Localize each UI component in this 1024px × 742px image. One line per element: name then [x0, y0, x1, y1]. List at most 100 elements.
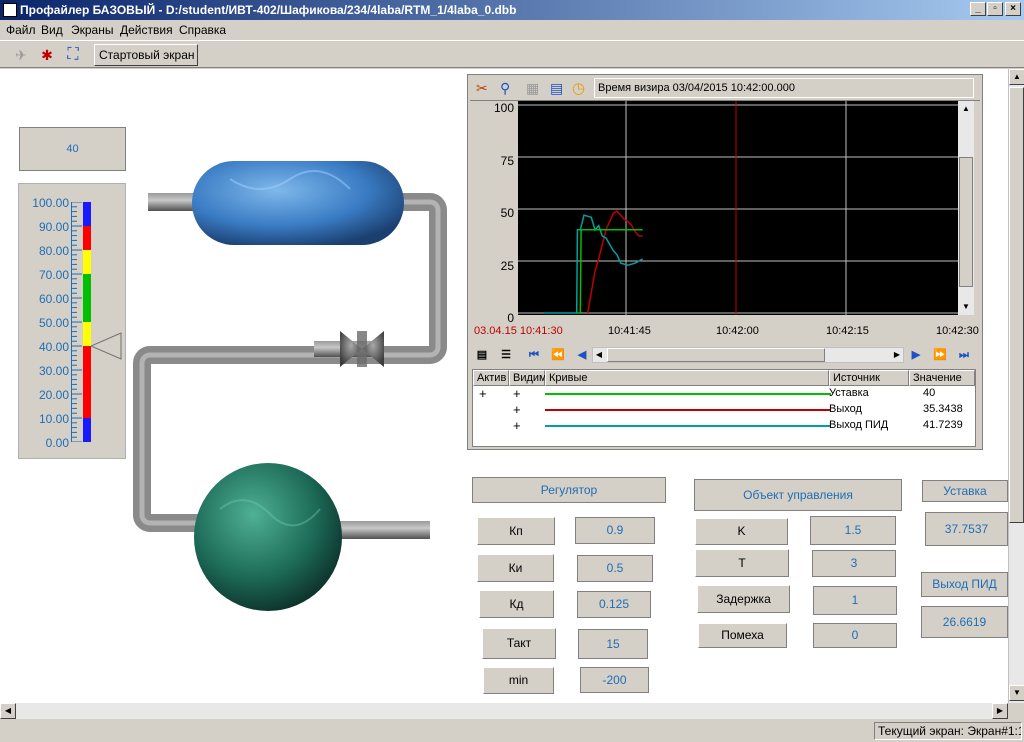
- table-row[interactable]: + + Уставка 40: [473, 386, 973, 402]
- window-hscroll[interactable]: ◀ ▶: [0, 703, 1008, 719]
- setpoint-value: 37.7537: [925, 512, 1008, 546]
- pointer-icon[interactable]: ✈: [10, 44, 32, 66]
- plant-param-label[interactable]: T: [695, 549, 789, 577]
- minimize-button[interactable]: _: [970, 2, 986, 16]
- x-tick-label: 10:42:30: [936, 325, 979, 337]
- zoom-icon[interactable]: ⚲: [500, 80, 510, 97]
- regulator-param-value[interactable]: -200: [580, 667, 649, 693]
- gauge-tick-label: 100.00: [32, 196, 69, 210]
- window-scroll-right-icon[interactable]: ▶: [992, 703, 1008, 719]
- inlet-pipe: [148, 193, 198, 211]
- properties-icon[interactable]: ▤: [550, 80, 563, 97]
- window-vscroll-thumb[interactable]: [1009, 87, 1024, 523]
- menu-screens[interactable]: Экраны: [71, 23, 113, 37]
- prev-step-icon[interactable]: ◀: [574, 347, 590, 363]
- gauge-tick-label: 60.00: [38, 292, 69, 306]
- plant-param-value[interactable]: 3: [812, 550, 896, 577]
- menu-help[interactable]: Справка: [179, 23, 226, 37]
- plant-param-label[interactable]: K: [695, 518, 788, 545]
- table-icon[interactable]: ▦: [526, 80, 539, 97]
- plot-vscroll[interactable]: ▲ ▼: [958, 101, 974, 315]
- next-step-icon[interactable]: ▶: [908, 347, 924, 363]
- curve-value: 40: [923, 387, 936, 399]
- plant-param-value[interactable]: 1: [813, 586, 897, 615]
- regulator-param-value[interactable]: 0.9: [575, 517, 655, 544]
- window-scroll-left-icon[interactable]: ◀: [0, 703, 16, 719]
- list-icon[interactable]: ☰: [498, 347, 514, 363]
- restore-button[interactable]: ▫: [987, 2, 1003, 16]
- fit-screen-icon[interactable]: ⛶: [62, 44, 84, 66]
- pid-output-title: Выход ПИД: [921, 572, 1008, 597]
- regulator-param-label[interactable]: Ки: [477, 554, 554, 582]
- regulator-param-label[interactable]: Такт: [482, 628, 556, 659]
- gauge-color-bar: [83, 202, 91, 442]
- last-page-icon[interactable]: ⏭: [956, 347, 972, 363]
- window-title: Профайлер БАЗОВЫЙ - D:/student/ИВТ-402/Ш…: [20, 3, 517, 17]
- plant-param-value[interactable]: 1.5: [810, 516, 896, 545]
- curve-value: 35.3438: [923, 403, 963, 415]
- window-vscroll[interactable]: ▲ ▼: [1008, 69, 1024, 703]
- gauge-tick-labels: 100.00 90.00 80.00 70.00 60.00 50.00 40.00 30.0…: [19, 196, 69, 450]
- regulator-param-value[interactable]: 0.125: [577, 591, 651, 618]
- col-active[interactable]: Актив: [473, 370, 509, 386]
- col-visible[interactable]: Видим: [509, 370, 547, 386]
- plant-param-label[interactable]: Помеха: [698, 623, 787, 648]
- scroll-thumb[interactable]: [959, 157, 973, 287]
- regulator-param-label[interactable]: Кд: [479, 590, 554, 618]
- time-scroll-left-icon[interactable]: ◀: [593, 348, 605, 362]
- time-scroll-thumb[interactable]: [607, 348, 825, 362]
- reactor-sphere[interactable]: [194, 463, 342, 611]
- gauge-pointer-triangle[interactable]: [91, 332, 122, 360]
- col-value[interactable]: Значение: [909, 370, 975, 386]
- gauge-tick-label: 40.00: [38, 340, 69, 354]
- regulator-param-label[interactable]: min: [483, 667, 554, 694]
- curve-source: Выход: [829, 403, 862, 415]
- regulator-param-value[interactable]: 0.5: [577, 555, 653, 582]
- gauge-tick-label: 50.00: [38, 316, 69, 330]
- gauge-band-blue-bottom: [83, 418, 91, 442]
- app-icon[interactable]: [3, 3, 17, 17]
- curve-line: [545, 409, 831, 411]
- gauge-pointer[interactable]: [91, 184, 125, 460]
- run-icon[interactable]: ✱: [36, 44, 58, 66]
- menu-view[interactable]: Вид: [41, 23, 63, 37]
- tools-icon[interactable]: ✂: [476, 80, 488, 97]
- trend-navigation: ▤ ☰ ⏮ ⏪ ◀ ◀ ▶ ▶ ⏩ ⏭: [472, 345, 980, 365]
- plant-param-label[interactable]: Задержка: [697, 585, 790, 613]
- start-screen-button[interactable]: Стартовый экран: [94, 44, 198, 66]
- scroll-down-icon[interactable]: ▼: [958, 299, 974, 315]
- visible-flag[interactable]: +: [513, 386, 521, 401]
- scroll-up-icon[interactable]: ▲: [958, 101, 974, 117]
- legend-icon[interactable]: ▤: [474, 347, 490, 363]
- regulator-param-value[interactable]: 15: [578, 629, 648, 659]
- mnemonic-canvas: 40 100.00 90.00 80.00 70.00 60.00 50.00 40.00 3…: [0, 69, 1008, 703]
- first-page-icon[interactable]: ⏮: [526, 347, 542, 363]
- valve-icon[interactable]: [357, 331, 367, 367]
- active-flag[interactable]: +: [479, 386, 487, 401]
- prev-page-icon[interactable]: ⏪: [550, 347, 566, 363]
- window-scroll-down-icon[interactable]: ▼: [1009, 685, 1024, 701]
- col-source[interactable]: Источник: [829, 370, 909, 386]
- menu-file[interactable]: Файл: [6, 23, 36, 37]
- col-curves[interactable]: Кривые: [545, 370, 829, 386]
- regulator-param-label[interactable]: Кп: [477, 517, 555, 545]
- next-page-icon[interactable]: ⏩: [932, 347, 948, 363]
- table-body: + + Уставка 40 + Выход 35.3438 + Выход ПИД 41.723…: [473, 386, 973, 446]
- time-scrollbar[interactable]: ◀ ▶: [592, 347, 904, 363]
- trend-toolbar: ✂ ⚲ ▦ ▤ ◷ Время визира 03/04/2015 10:42:…: [470, 77, 980, 101]
- table-row[interactable]: + Выход 35.3438: [473, 402, 973, 418]
- plant-title: Объект управления: [694, 479, 902, 511]
- gauge-band-red-bottom: [83, 346, 91, 418]
- curve-line: [545, 393, 831, 395]
- menu-actions[interactable]: Действия: [120, 23, 173, 37]
- plant-param-value[interactable]: 0: [813, 623, 897, 648]
- trend-plot[interactable]: [518, 101, 958, 315]
- visible-flag[interactable]: +: [513, 402, 521, 417]
- clock-icon[interactable]: ◷: [572, 79, 585, 97]
- visible-flag[interactable]: +: [513, 418, 521, 433]
- table-row[interactable]: + Выход ПИД 41.7239: [473, 418, 973, 434]
- time-scroll-right-icon[interactable]: ▶: [891, 348, 903, 362]
- gauge-band-blue-top: [83, 202, 91, 226]
- close-button[interactable]: ×: [1005, 2, 1021, 16]
- window-scroll-up-icon[interactable]: ▲: [1009, 69, 1024, 85]
